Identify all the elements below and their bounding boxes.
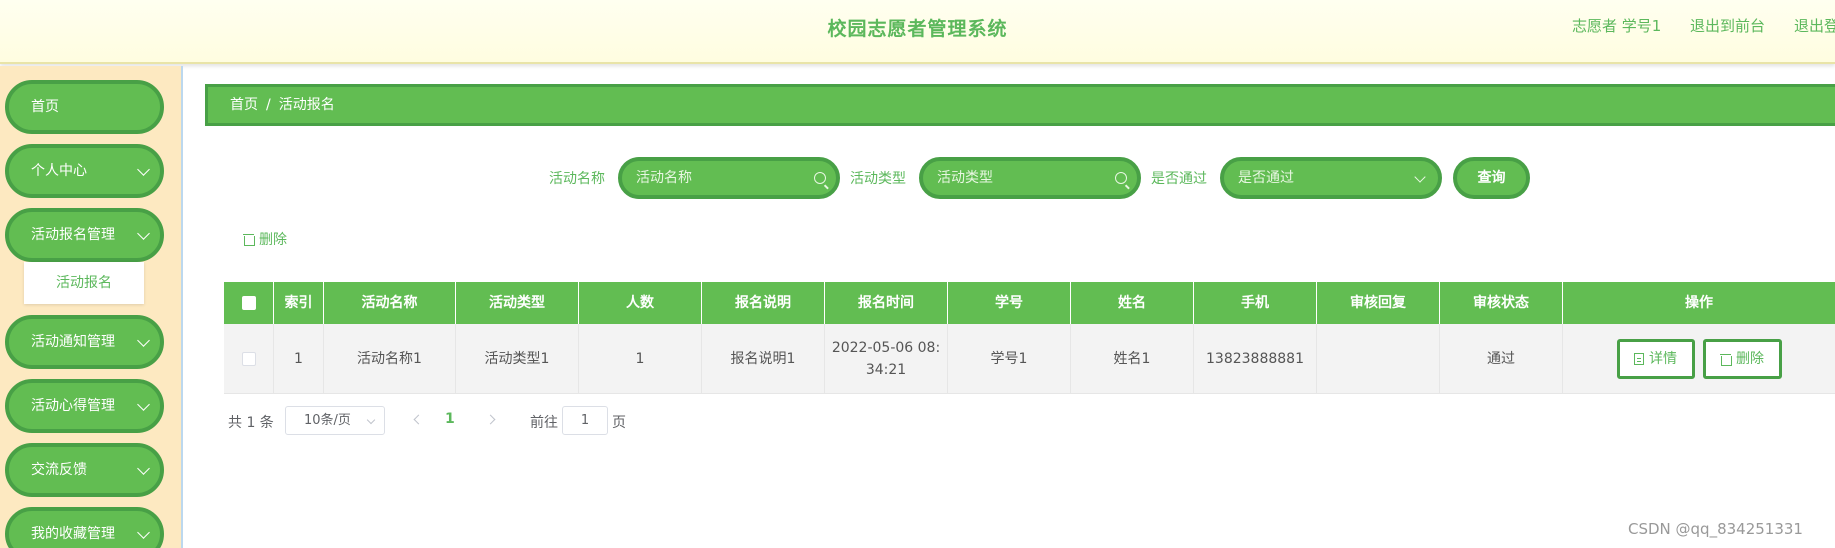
select-all-cell bbox=[224, 282, 274, 324]
search-icon bbox=[814, 172, 826, 184]
activity-type-search-field[interactable] bbox=[919, 157, 1141, 199]
batch-delete-button[interactable]: 删除 bbox=[243, 229, 287, 249]
goto-page-input[interactable]: 1 bbox=[562, 406, 608, 435]
column-header: 报名说明 bbox=[702, 282, 825, 324]
prev-page-icon[interactable] bbox=[413, 414, 424, 425]
pass-status-label: 是否通过 bbox=[1151, 171, 1207, 187]
breadcrumb-separator: / bbox=[266, 97, 271, 113]
search-icon bbox=[1115, 172, 1127, 184]
activity-type-input[interactable] bbox=[923, 161, 1137, 195]
document-icon bbox=[1634, 353, 1644, 365]
breadcrumb-current: 活动报名 bbox=[278, 97, 335, 113]
table-header: 索引 活动名称 活动类型 人数 报名说明 报名时间 学号 姓名 手机 审核回复 … bbox=[224, 282, 1835, 324]
sidebar-item-activity-notice-management[interactable]: 活动通知管理 bbox=[5, 315, 164, 369]
sidebar: 首页 个人中心 活动报名管理 活动报名 活动通知管理 活动心得管理 交流反馈 我… bbox=[0, 66, 183, 548]
sidebar-item-label: 活动报名管理 bbox=[31, 227, 115, 243]
select-all-checkbox[interactable] bbox=[241, 296, 256, 310]
activity-name-search-field[interactable] bbox=[618, 157, 840, 199]
column-header: 姓名 bbox=[1071, 282, 1194, 324]
sidebar-item-label: 活动心得管理 bbox=[31, 398, 115, 414]
cell-description: 报名说明1 bbox=[702, 324, 825, 394]
chevron-down-icon bbox=[137, 227, 150, 240]
column-header: 活动名称 bbox=[324, 282, 456, 324]
chevron-down-icon bbox=[137, 163, 150, 176]
detail-button-label: 详情 bbox=[1649, 351, 1677, 367]
activity-name-input[interactable] bbox=[622, 161, 836, 195]
chevron-down-icon bbox=[137, 398, 150, 411]
row-delete-label: 删除 bbox=[1736, 351, 1764, 367]
cell-phone: 13823888881 bbox=[1194, 324, 1317, 394]
pass-status-select[interactable] bbox=[1220, 157, 1442, 199]
chevron-down-icon bbox=[137, 462, 150, 475]
top-header: 校园志愿者管理系统 志愿者 学号1 退出到前台 退出登 bbox=[0, 0, 1835, 64]
chevron-down-icon bbox=[366, 415, 376, 425]
cell-review-status: 通过 bbox=[1440, 324, 1563, 394]
row-checkbox[interactable] bbox=[241, 352, 256, 366]
column-header: 报名时间 bbox=[825, 282, 948, 324]
detail-button[interactable]: 详情 bbox=[1616, 339, 1695, 379]
activity-type-label: 活动类型 bbox=[850, 171, 906, 187]
sidebar-item-label: 首页 bbox=[31, 99, 59, 115]
chevron-down-icon bbox=[137, 526, 150, 539]
cell-signup-time: 2022-05-06 08: 34:21 bbox=[825, 324, 948, 394]
row-select-cell bbox=[224, 324, 274, 394]
cell-actions: 详情 删除 bbox=[1563, 324, 1835, 394]
breadcrumb-home[interactable]: 首页 bbox=[230, 97, 258, 113]
sidebar-subitem-activity-signup[interactable]: 活动报名 bbox=[24, 262, 144, 304]
trash-icon bbox=[243, 233, 255, 246]
activity-name-label: 活动名称 bbox=[549, 171, 605, 187]
column-header: 审核回复 bbox=[1317, 282, 1440, 324]
page-suffix-label: 页 bbox=[612, 415, 626, 431]
pass-status-select-input[interactable] bbox=[1224, 161, 1438, 195]
logout-link[interactable]: 退出登 bbox=[1794, 15, 1835, 36]
chevron-down-icon bbox=[137, 334, 150, 347]
goto-label: 前往 bbox=[530, 415, 558, 431]
breadcrumb: 首页 / 活动报名 bbox=[205, 84, 1835, 126]
signup-time-date: 2022-05-06 08: bbox=[831, 340, 941, 356]
sidebar-item-feedback[interactable]: 交流反馈 bbox=[5, 443, 164, 497]
cell-activity-type: 活动类型1 bbox=[456, 324, 579, 394]
cell-name: 姓名1 bbox=[1071, 324, 1194, 394]
sidebar-item-my-favorites-management[interactable]: 我的收藏管理 bbox=[5, 507, 164, 548]
column-header: 操作 bbox=[1685, 295, 1713, 311]
pagination-total: 共 1 条 bbox=[228, 415, 274, 431]
column-header: 活动类型 bbox=[456, 282, 579, 324]
cell-count: 1 bbox=[579, 324, 702, 394]
page-size-select[interactable]: 10条/页 bbox=[285, 406, 385, 435]
cell-index: 1 bbox=[274, 324, 324, 394]
column-header: 审核状态 bbox=[1440, 282, 1563, 324]
sidebar-item-label: 活动通知管理 bbox=[31, 334, 115, 350]
table-row: 1 活动名称1 活动类型1 1 报名说明1 2022-05-06 08: 34:… bbox=[224, 324, 1835, 394]
current-user: 志愿者 学号1 bbox=[1572, 17, 1662, 35]
column-header: 手机 bbox=[1194, 282, 1317, 324]
cell-student-id: 学号1 bbox=[948, 324, 1071, 394]
column-header: 索引 bbox=[274, 282, 324, 324]
sidebar-item-home[interactable]: 首页 bbox=[5, 80, 164, 134]
app-title: 校园志愿者管理系统 bbox=[827, 18, 1008, 40]
query-button[interactable]: 查询 bbox=[1453, 157, 1530, 199]
trash-icon bbox=[1720, 353, 1732, 366]
page-number-current[interactable]: 1 bbox=[445, 411, 455, 427]
cell-review-reply bbox=[1317, 324, 1440, 394]
back-to-front-link[interactable]: 退出到前台 bbox=[1690, 15, 1765, 36]
sidebar-item-personal-center[interactable]: 个人中心 bbox=[5, 144, 164, 198]
column-header: 学号 bbox=[948, 282, 1071, 324]
sidebar-item-label: 交流反馈 bbox=[31, 462, 87, 478]
sidebar-item-label: 个人中心 bbox=[31, 163, 87, 179]
column-header: 人数 bbox=[579, 282, 702, 324]
sidebar-item-activity-signup-management[interactable]: 活动报名管理 bbox=[5, 208, 164, 262]
watermark: CSDN @qq_834251331 bbox=[1628, 520, 1803, 538]
signup-time-clock: 34:21 bbox=[865, 362, 907, 378]
page-size-value: 10条/页 bbox=[304, 413, 351, 428]
row-delete-button[interactable]: 删除 bbox=[1702, 339, 1782, 379]
sidebar-item-activity-experience-management[interactable]: 活动心得管理 bbox=[5, 379, 164, 433]
sidebar-item-label: 我的收藏管理 bbox=[31, 526, 115, 542]
batch-delete-label: 删除 bbox=[259, 232, 287, 248]
cell-activity-name: 活动名称1 bbox=[324, 324, 456, 394]
next-page-icon[interactable] bbox=[485, 414, 496, 425]
